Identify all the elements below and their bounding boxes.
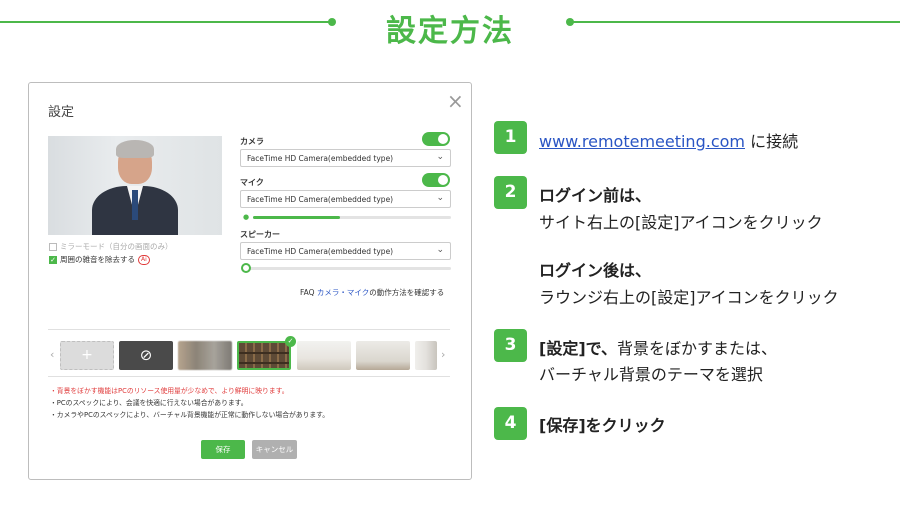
step-2-badge: 2 (494, 176, 527, 209)
mirror-mode-option[interactable]: ミラーモード（自分の画面のみ） (49, 241, 173, 252)
camera-select[interactable]: FaceTime HD Camera(embedded type) ⌄ (240, 149, 451, 167)
mirror-mode-checkbox[interactable] (49, 242, 57, 251)
camera-toggle[interactable] (422, 132, 450, 146)
mic-select[interactable]: FaceTime HD Camera(embedded type) ⌄ (240, 190, 451, 208)
blur-background-thumb[interactable] (178, 341, 232, 370)
step-2-line-after: ラウンジ右上の[設定]アイコンをクリック (539, 288, 839, 307)
header-line-left (0, 21, 332, 23)
faq-suffix: の動作方法を確認する (369, 288, 445, 297)
step-3-badge: 3 (494, 329, 527, 362)
microphone-icon: ● (243, 213, 250, 221)
step-4-badge: 4 (494, 407, 527, 440)
step-1-text: www.remotemeeting.com に接続 (539, 128, 798, 152)
background-selector: ‹ + ⊘ ✓ › (48, 336, 450, 374)
step-1-suffix: に接続 (744, 132, 799, 151)
lounge-background-thumb[interactable] (356, 341, 410, 370)
selected-check-icon: ✓ (285, 336, 296, 347)
step-3-text: 背景をぼかすまたは、 (617, 339, 778, 358)
speaker-select[interactable]: FaceTime HD Camera(embedded type) ⌄ (240, 242, 451, 260)
note-blur: ・背景をぼかす機能はPCのリソース使用量が少なめで、より鮮明に映ります。 (50, 387, 289, 395)
chevron-down-icon: ⌄ (436, 245, 444, 255)
speaker-volume-track[interactable] (243, 267, 451, 270)
header-dot-left (328, 18, 336, 26)
settings-dialog: 設定 × ミラーモード（自分の画面のみ） ✓ 周囲の雑音を除去する Ai カメラ… (28, 82, 472, 480)
office-background-thumb[interactable] (415, 341, 437, 370)
ai-badge: Ai (138, 254, 150, 265)
camera-select-value: FaceTime HD Camera(embedded type) (247, 154, 394, 163)
mic-level-meter (253, 216, 451, 219)
note-spec: ・PCのスペックにより、会議を快適に行えない場合があります。 (50, 399, 248, 407)
no-background-button[interactable]: ⊘ (119, 341, 173, 370)
mic-toggle[interactable] (422, 173, 450, 187)
faq-prefix: FAQ (300, 288, 317, 297)
step-3-line-2: バーチャル背景のテーマを選択 (539, 365, 763, 384)
mic-label: マイク (240, 178, 264, 187)
dialog-title: 設定 (48, 105, 75, 120)
step-4-text: [保存]をクリック (539, 412, 666, 436)
step-3-bold: [設定]で、 (539, 339, 617, 358)
noise-cancel-checkbox[interactable]: ✓ (49, 255, 57, 264)
bookshelf-background-thumb[interactable] (237, 341, 291, 370)
divider-bottom (48, 376, 450, 377)
cancel-button[interactable]: キャンセル (252, 440, 297, 459)
step-2-after-bold: ログイン後は、 (539, 261, 652, 280)
page-title: 設定方法 (386, 14, 514, 49)
close-icon[interactable]: × (447, 89, 464, 113)
faq-highlight: カメラ・マイク (316, 288, 370, 297)
faq-link[interactable]: FAQ カメラ・マイクの動作方法を確認する (300, 287, 444, 298)
save-button[interactable]: 保存 (201, 440, 245, 459)
note-virtual-bg: ・カメラやPCのスペックにより、バーチャル背景機能が正常に動作しない場合がありま… (50, 411, 330, 419)
step-1-badge: 1 (494, 121, 527, 154)
step-2-line-before: サイト右上の[設定]アイコンをクリック (539, 213, 823, 232)
camera-preview (48, 136, 222, 235)
preview-person-tie (132, 190, 138, 220)
noise-cancel-label: 周囲の雑音を除去する (60, 255, 135, 264)
speaker-select-value: FaceTime HD Camera(embedded type) (247, 247, 394, 256)
speaker-label: スピーカー (240, 230, 280, 239)
step-2-heading-before: ログイン前は、 (539, 182, 651, 206)
step-2-heading-after: ログイン後は、 (539, 257, 651, 281)
add-background-button[interactable]: + (60, 341, 114, 370)
chevron-right-icon[interactable]: › (441, 348, 445, 361)
chevron-down-icon: ⌄ (436, 152, 444, 162)
step-2-before-bold: ログイン前は、 (539, 186, 652, 205)
chevron-down-icon: ⌄ (436, 193, 444, 203)
mic-level-fill (253, 216, 341, 219)
speaker-volume-handle[interactable] (241, 263, 251, 273)
room-background-thumb[interactable] (297, 341, 351, 370)
divider-top (48, 329, 450, 330)
noise-cancel-option[interactable]: ✓ 周囲の雑音を除去する Ai (49, 254, 150, 265)
header-line-right (570, 21, 900, 23)
preview-person-hair (116, 140, 154, 158)
step-4-bold: [保存]をクリック (539, 416, 666, 435)
site-link[interactable]: www.remotemeeting.com (539, 132, 745, 151)
mic-select-value: FaceTime HD Camera(embedded type) (247, 195, 394, 204)
step-3-line-1: [設定]で、背景をぼかすまたは、 (539, 335, 777, 359)
camera-label: カメラ (240, 137, 264, 146)
chevron-left-icon[interactable]: ‹ (50, 348, 54, 361)
mirror-mode-label: ミラーモード（自分の画面のみ） (60, 242, 173, 251)
